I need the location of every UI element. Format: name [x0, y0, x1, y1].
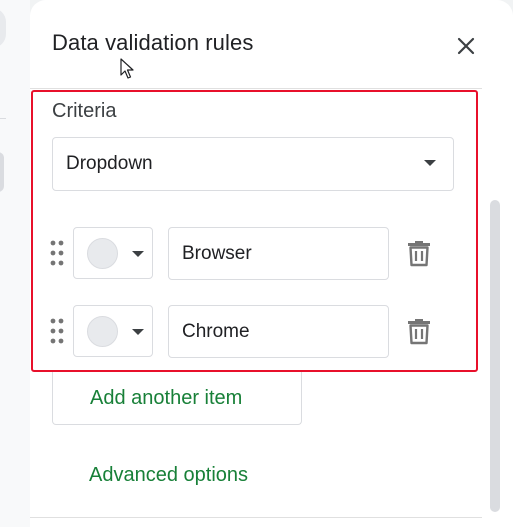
item-value-input[interactable]: Chrome: [168, 305, 389, 358]
criteria-label: Criteria: [52, 100, 117, 122]
footer-divider: [30, 517, 482, 518]
advanced-options-link[interactable]: Advanced options: [89, 464, 248, 487]
header-divider: [30, 88, 482, 89]
color-swatch: [87, 316, 118, 347]
close-button[interactable]: [448, 28, 484, 64]
drag-handle-icon[interactable]: [50, 240, 64, 266]
caret-down-icon: [132, 329, 144, 335]
close-icon: [457, 37, 475, 55]
trash-icon: [408, 241, 430, 267]
color-swatch: [87, 238, 118, 269]
data-validation-panel: Data validation rules Criteria Dropdown: [30, 0, 513, 527]
criteria-selected-value: Dropdown: [66, 153, 153, 174]
item-color-picker[interactable]: [73, 305, 153, 357]
drag-handle-icon[interactable]: [50, 318, 64, 344]
item-value-input[interactable]: Browser: [168, 227, 389, 280]
delete-item-button[interactable]: [403, 237, 435, 269]
background-shape: [0, 8, 6, 48]
spreadsheet-background: [0, 0, 30, 527]
delete-item-button[interactable]: [403, 315, 435, 347]
dropdown-item-row: Chrome: [48, 305, 468, 359]
trash-icon: [408, 319, 430, 345]
background-gridline: [0, 118, 6, 119]
add-another-item-button[interactable]: Add another item: [52, 372, 302, 425]
dropdown-item-row: Browser: [48, 227, 468, 281]
caret-down-icon: [424, 160, 436, 166]
item-color-picker[interactable]: [73, 227, 153, 279]
background-cell-edge: [0, 152, 4, 192]
mouse-cursor-icon: [120, 58, 134, 79]
scrollbar-thumb[interactable]: [490, 200, 500, 512]
panel-title: Data validation rules: [52, 30, 254, 55]
caret-down-icon: [132, 251, 144, 257]
criteria-dropdown[interactable]: Dropdown: [52, 137, 454, 191]
screen: Data validation rules Criteria Dropdown: [0, 0, 513, 527]
